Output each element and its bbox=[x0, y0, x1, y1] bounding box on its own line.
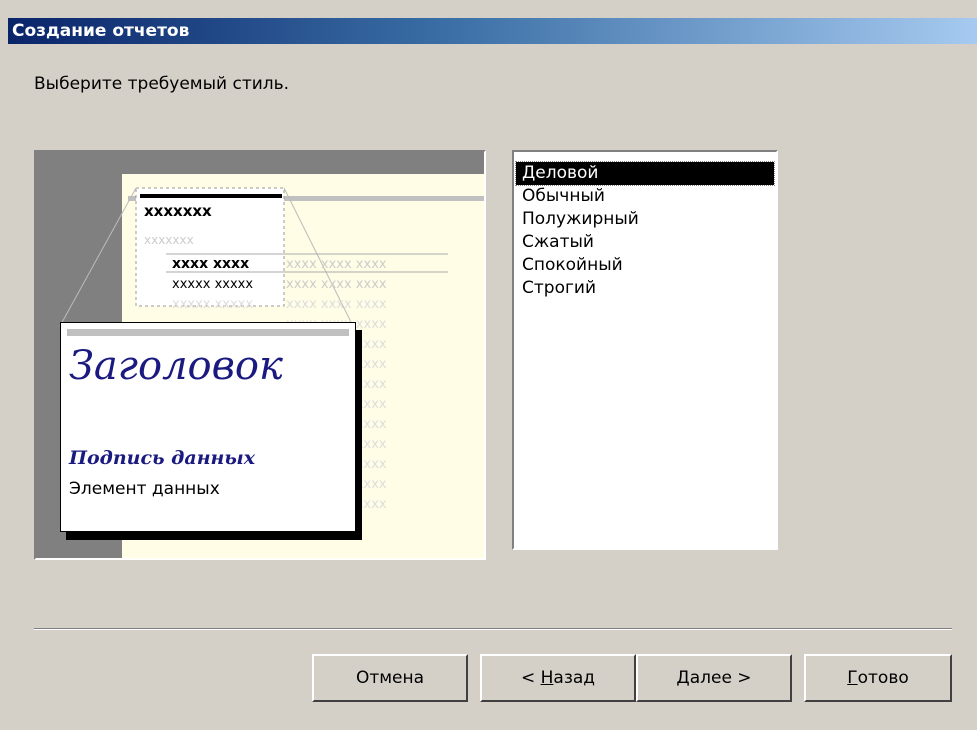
report-wizard-dialog: Создание отчетов Выберите требуемый стил… bbox=[0, 0, 977, 730]
finish-button-accel: Г bbox=[847, 668, 858, 688]
next-button-accel: Д bbox=[676, 668, 690, 688]
style-item-delovoy[interactable]: Деловой bbox=[515, 161, 775, 186]
preview-placeholder-faint: xxxx xxxx xxxx bbox=[286, 257, 387, 272]
next-button-rest: алее > bbox=[689, 668, 752, 688]
window-title: Создание отчетов bbox=[12, 21, 190, 41]
preview-card-bar bbox=[67, 329, 349, 336]
preview-placeholder-short: xxxxxxx bbox=[144, 202, 212, 220]
label-sample: Подпись данных bbox=[69, 447, 256, 469]
heading-sample: Заголовок bbox=[69, 343, 283, 389]
back-button-prefix: < bbox=[520, 668, 541, 688]
style-preview: xxxxxxx xxxxxxx xxxx xxxx xxxxx xxxxx xx… bbox=[34, 150, 486, 560]
style-item-szhaty[interactable]: Сжатый bbox=[516, 231, 774, 254]
preview-placeholder-faint-short: xxxxxxx bbox=[144, 233, 194, 247]
preview-placeholder-row2: xxxxx xxxxx bbox=[172, 277, 253, 292]
cancel-button-label: Отмена bbox=[355, 668, 425, 688]
style-listbox[interactable]: Деловой Обычный Полужирный Сжатый Спокой… bbox=[512, 150, 778, 550]
back-button-accel: Н bbox=[540, 668, 554, 688]
preview-sample-card: Заголовок Подпись данных Элемент данных bbox=[60, 322, 356, 532]
finish-button-rest: отово bbox=[857, 668, 909, 688]
preview-placeholder-faint: xxxx xxxx xxxx bbox=[286, 297, 387, 312]
style-item-spokoyny[interactable]: Спокойный bbox=[516, 254, 774, 277]
instruction-text: Выберите требуемый стиль. bbox=[34, 74, 290, 94]
finish-button[interactable]: Готово bbox=[804, 654, 952, 702]
next-button[interactable]: Далее > bbox=[636, 654, 792, 702]
style-item-strogiy[interactable]: Строгий bbox=[516, 277, 774, 300]
preview-placeholder-faint: xxxx xxxx xxxx bbox=[286, 277, 387, 292]
cancel-button[interactable]: Отмена bbox=[312, 654, 468, 702]
preview-placeholder-faint: xxxxx xxxxx bbox=[172, 297, 253, 312]
separator bbox=[34, 628, 952, 630]
field-sample: Элемент данных bbox=[69, 479, 220, 499]
title-bar: Создание отчетов bbox=[8, 18, 977, 44]
preview-placeholder-row1: xxxx xxxx bbox=[172, 256, 249, 272]
style-item-poluzhirny[interactable]: Полужирный bbox=[516, 208, 774, 231]
back-button[interactable]: < Назад bbox=[480, 654, 636, 702]
back-button-rest: азад bbox=[553, 668, 596, 688]
style-item-obychny[interactable]: Обычный bbox=[516, 185, 774, 208]
